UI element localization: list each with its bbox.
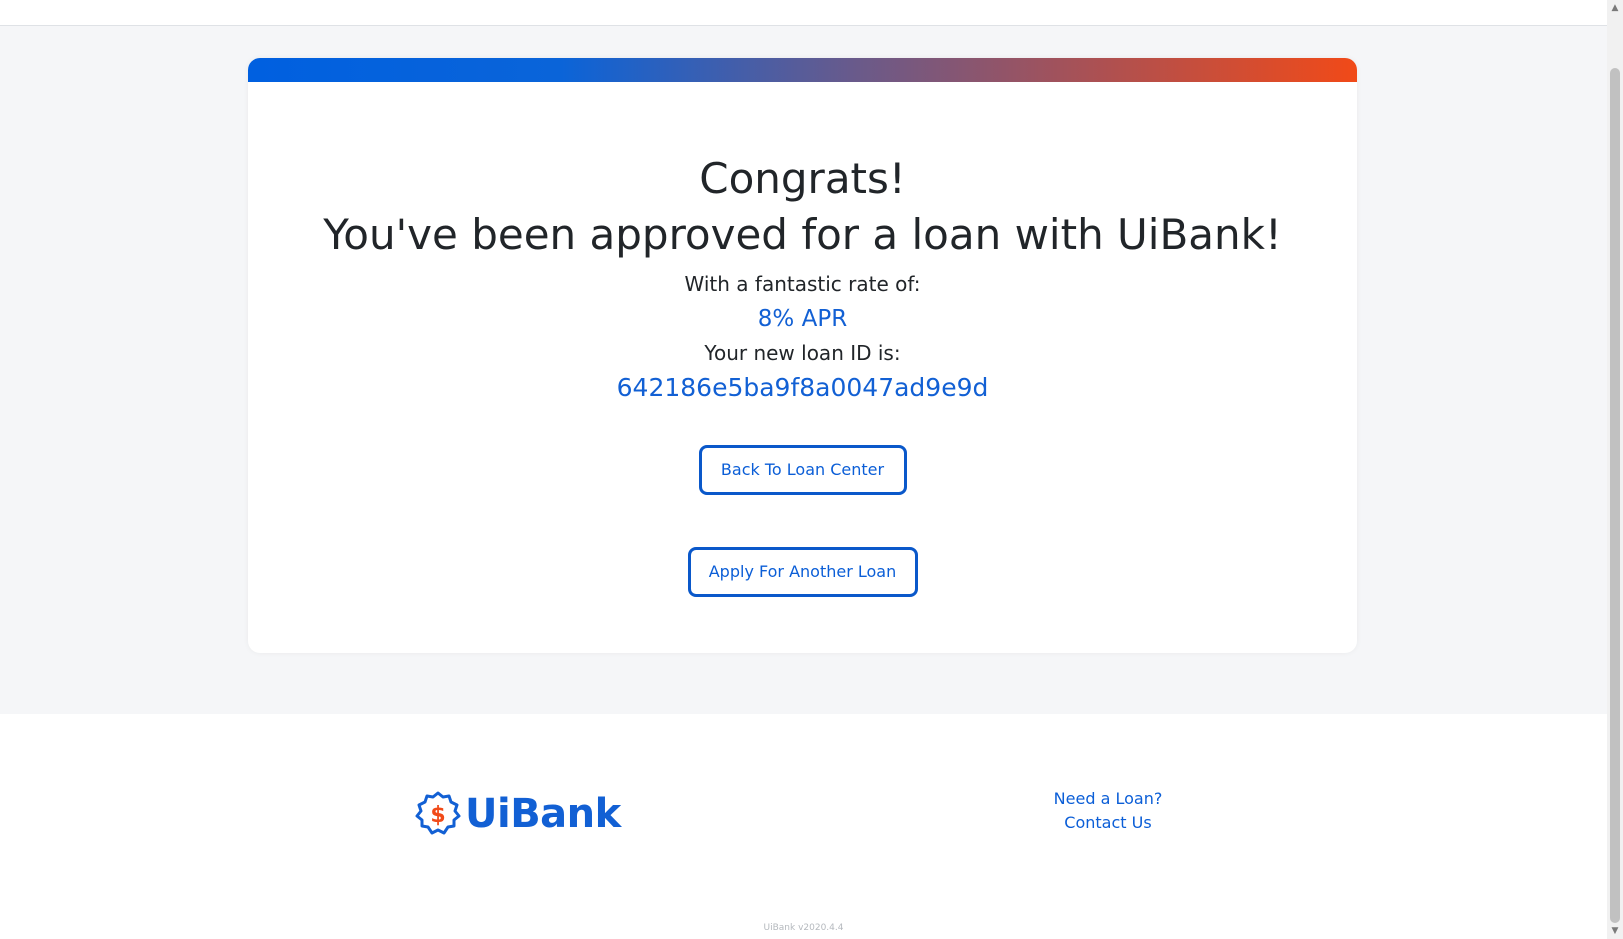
loan-approval-card: Congrats! You've been approved for a loa… <box>248 58 1357 653</box>
version-text: UiBank v2020.4.4 <box>763 923 844 933</box>
logo-text: UiBank <box>465 791 621 837</box>
congrats-heading: Congrats! <box>699 154 906 203</box>
back-to-loan-center-button[interactable]: Back To Loan Center <box>698 445 907 495</box>
footer: $ UiBank Need a Loan? Contact Us UiBank … <box>0 714 1607 939</box>
contact-us-link[interactable]: Contact Us <box>1008 811 1208 835</box>
loan-id-label: Your new loan ID is: <box>704 341 901 365</box>
approval-heading: You've been approved for a loan with UiB… <box>323 210 1282 259</box>
scroll-down-arrow-icon[interactable]: ▼ <box>1607 923 1623 939</box>
top-navbar <box>0 0 1607 26</box>
apply-for-another-loan-button[interactable]: Apply For Another Loan <box>687 547 918 597</box>
rate-label: With a fantastic rate of: <box>684 272 921 296</box>
main-content: Congrats! You've been approved for a loa… <box>0 26 1607 714</box>
need-a-loan-link[interactable]: Need a Loan? <box>1008 787 1208 811</box>
dollar-badge-icon: $ <box>415 791 461 835</box>
vertical-scrollbar[interactable]: ▲ ▼ <box>1607 0 1623 939</box>
card-gradient-bar <box>248 58 1357 82</box>
rate-value: 8% APR <box>757 306 848 332</box>
uibank-logo[interactable]: $ UiBank <box>415 791 621 837</box>
svg-text:$: $ <box>430 803 445 828</box>
loan-id-value: 642186e5ba9f8a0047ad9e9d <box>616 373 989 402</box>
card-body: Congrats! You've been approved for a loa… <box>248 82 1357 597</box>
scroll-up-arrow-icon[interactable]: ▲ <box>1607 0 1623 16</box>
footer-links: Need a Loan? Contact Us <box>1008 787 1208 835</box>
page: Congrats! You've been approved for a loa… <box>0 0 1623 939</box>
scrollbar-thumb[interactable] <box>1610 68 1620 923</box>
